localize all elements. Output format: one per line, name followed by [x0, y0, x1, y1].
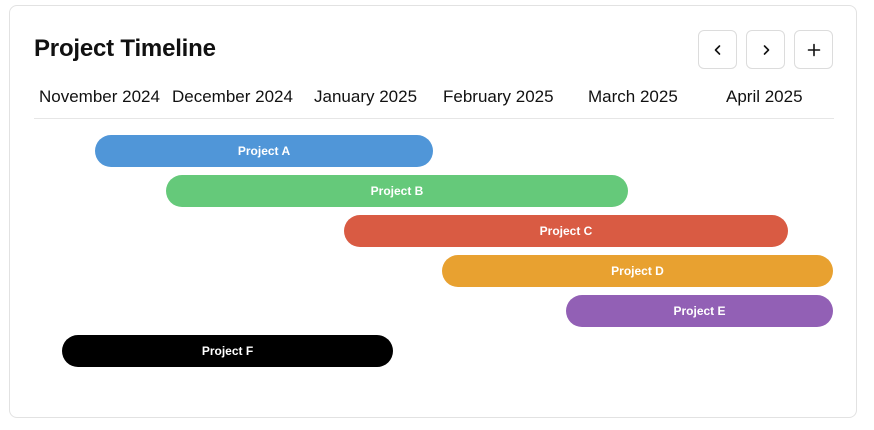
- project-label: Project C: [539, 224, 593, 238]
- page-title: Project Timeline: [34, 35, 216, 62]
- chevron-right-icon: [763, 44, 769, 55]
- month-label: December 2024: [172, 87, 293, 106]
- next-button[interactable]: [746, 30, 785, 69]
- timeline-divider: [34, 118, 834, 119]
- month-label: April 2025: [726, 87, 803, 106]
- project-label: Project B: [370, 184, 424, 198]
- project-label: Project E: [673, 304, 726, 318]
- add-project-button[interactable]: [794, 30, 833, 69]
- month-label: January 2025: [314, 87, 418, 106]
- project-bar-e[interactable]: Project E: [566, 295, 833, 327]
- project-bar-f[interactable]: Project F: [62, 335, 393, 367]
- month-label: March 2025: [588, 87, 678, 106]
- project-bar-b[interactable]: Project B: [166, 175, 628, 207]
- project-bar-c[interactable]: Project C: [344, 215, 788, 247]
- project-label: Project A: [237, 144, 291, 158]
- month-label: February 2025: [443, 87, 554, 106]
- month-header: November 2024 December 2024 January 2025…: [0, 86, 874, 108]
- project-label: Project D: [611, 264, 664, 278]
- project-bar-d[interactable]: Project D: [442, 255, 833, 287]
- previous-button[interactable]: [698, 30, 737, 69]
- month-label: November 2024: [39, 87, 160, 106]
- chevron-left-icon: [714, 44, 720, 55]
- project-label: Project F: [201, 344, 254, 358]
- project-bar-a[interactable]: Project A: [95, 135, 433, 167]
- plus-icon: [807, 43, 820, 56]
